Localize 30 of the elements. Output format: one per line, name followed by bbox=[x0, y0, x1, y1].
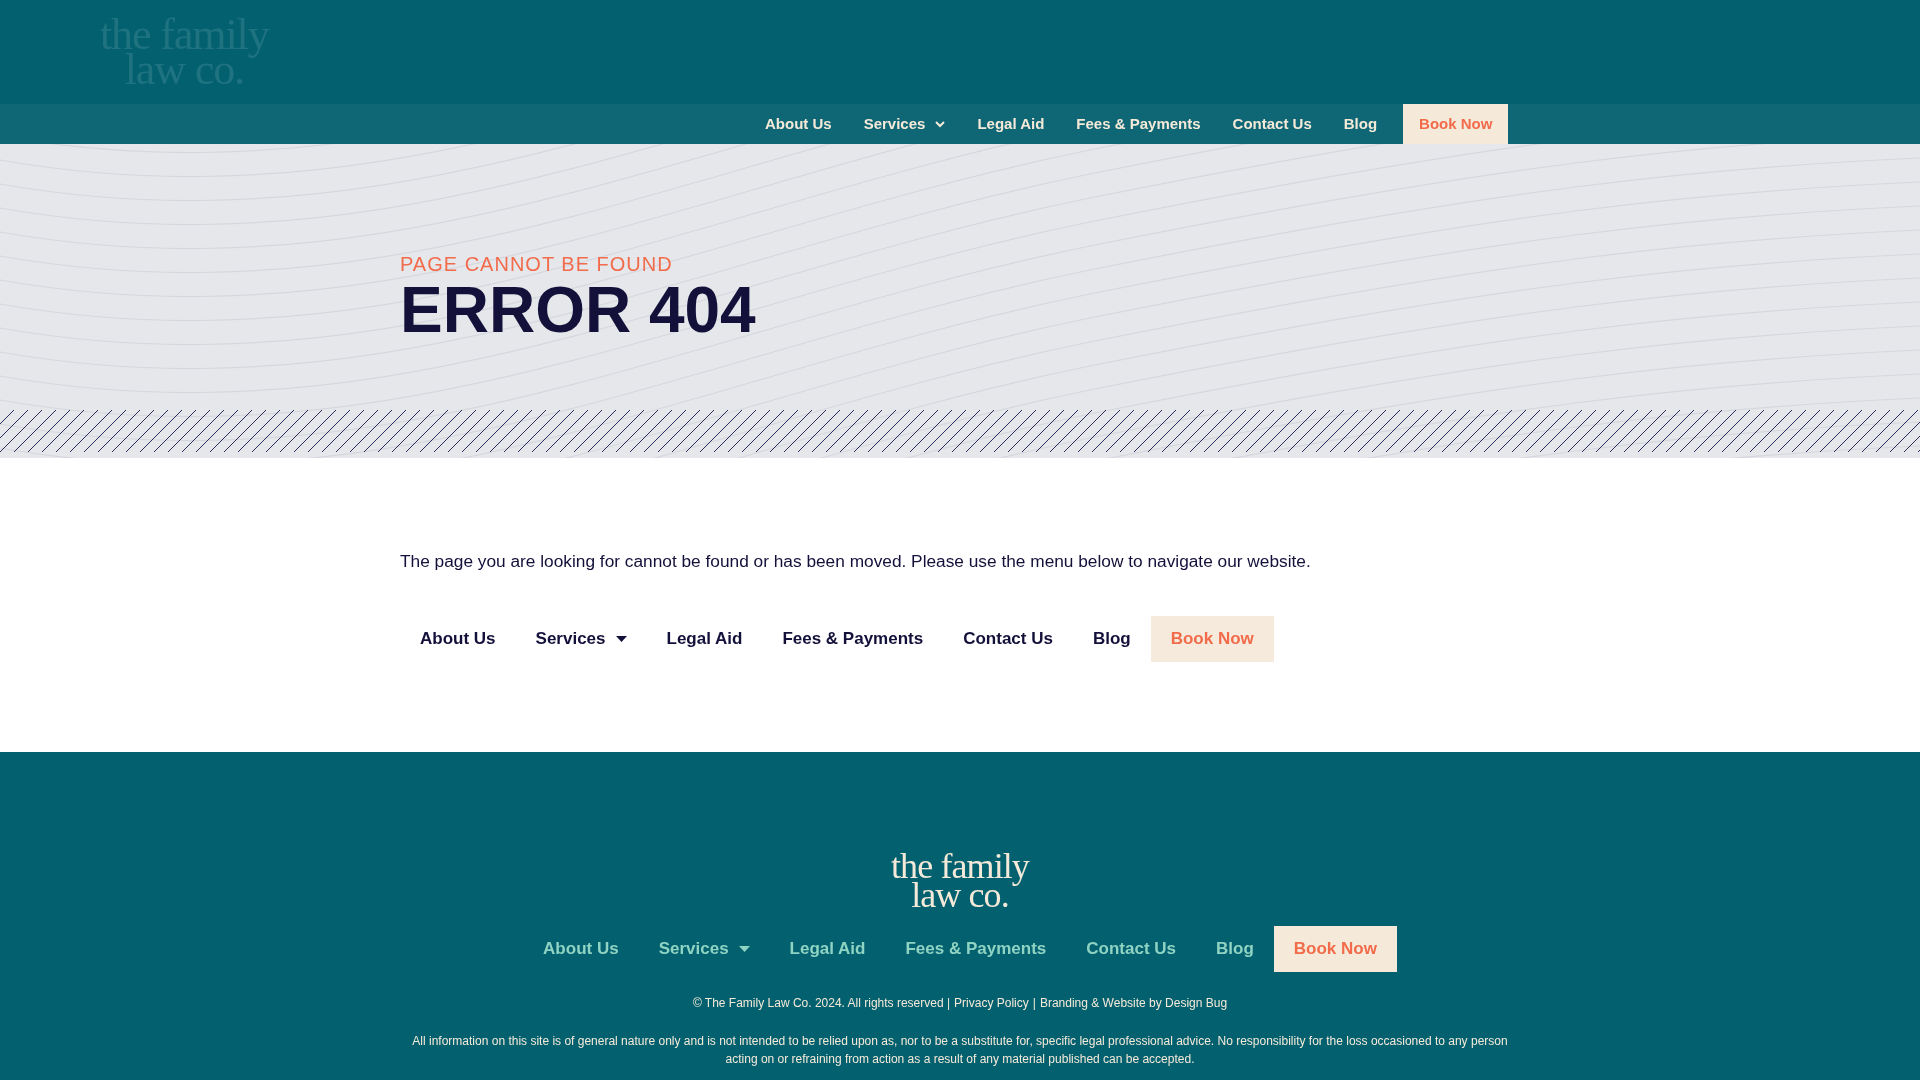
nav-link[interactable]: Contact Us bbox=[1066, 925, 1196, 972]
nav-link[interactable]: Legal Aid bbox=[961, 104, 1061, 144]
hero-subtitle: PAGE CANNOT BE FOUND bbox=[400, 254, 674, 274]
nav-link[interactable]: Services bbox=[847, 104, 962, 144]
disclaimer-text: All information on this site is of general nature only and is not intended to be relied upon as, nor to be a substitute for, specific legal professional advice. No responsibility for the loss occasioned to any person acting on or refraining from action as a result of any material published can be accepted. bbox=[411, 1032, 1509, 1068]
nav-link[interactable]: Fees & Payments bbox=[885, 925, 1067, 972]
caret-icon bbox=[935, 120, 946, 128]
caret-icon bbox=[615, 636, 627, 642]
nav-link[interactable]: Contact Us bbox=[1216, 104, 1328, 144]
nav-link[interactable]: Fees & Payments bbox=[762, 616, 944, 662]
nav-link[interactable]: Blog bbox=[1072, 616, 1151, 662]
copyright-text: © The Family Law Co. 2024. All rights reserved | bbox=[692, 994, 951, 1012]
error-heading: ERROR 404 bbox=[400, 278, 757, 342]
nav-link[interactable]: Blog bbox=[1196, 925, 1274, 972]
nav-link[interactable]: Contact Us bbox=[943, 616, 1073, 662]
footer-link[interactable]: Privacy Policy bbox=[954, 993, 1029, 1012]
separator-text: | bbox=[1032, 994, 1036, 1012]
nav-link[interactable]: About Us bbox=[523, 925, 639, 972]
nav-link[interactable]: Fees & Payments bbox=[1060, 104, 1217, 144]
nav-link[interactable]: Services bbox=[638, 925, 770, 972]
nav-link[interactable]: Legal Aid bbox=[646, 616, 763, 662]
nav-link[interactable]: Blog bbox=[1327, 104, 1394, 144]
logo[interactable]: the family law co. bbox=[891, 852, 1029, 910]
caret-icon bbox=[738, 945, 750, 952]
nav-link[interactable]: Legal Aid bbox=[769, 925, 886, 972]
nav-link[interactable]: Services bbox=[515, 616, 647, 662]
nav-link[interactable]: About Us bbox=[400, 616, 516, 662]
error-message: The page you are looking for cannot be found or has been moved. Please use the menu below to navigate our website. bbox=[400, 550, 1312, 573]
nav-link[interactable]: About Us bbox=[749, 104, 848, 144]
footer-link[interactable]: Branding & Website by Design Bug bbox=[1039, 993, 1228, 1012]
